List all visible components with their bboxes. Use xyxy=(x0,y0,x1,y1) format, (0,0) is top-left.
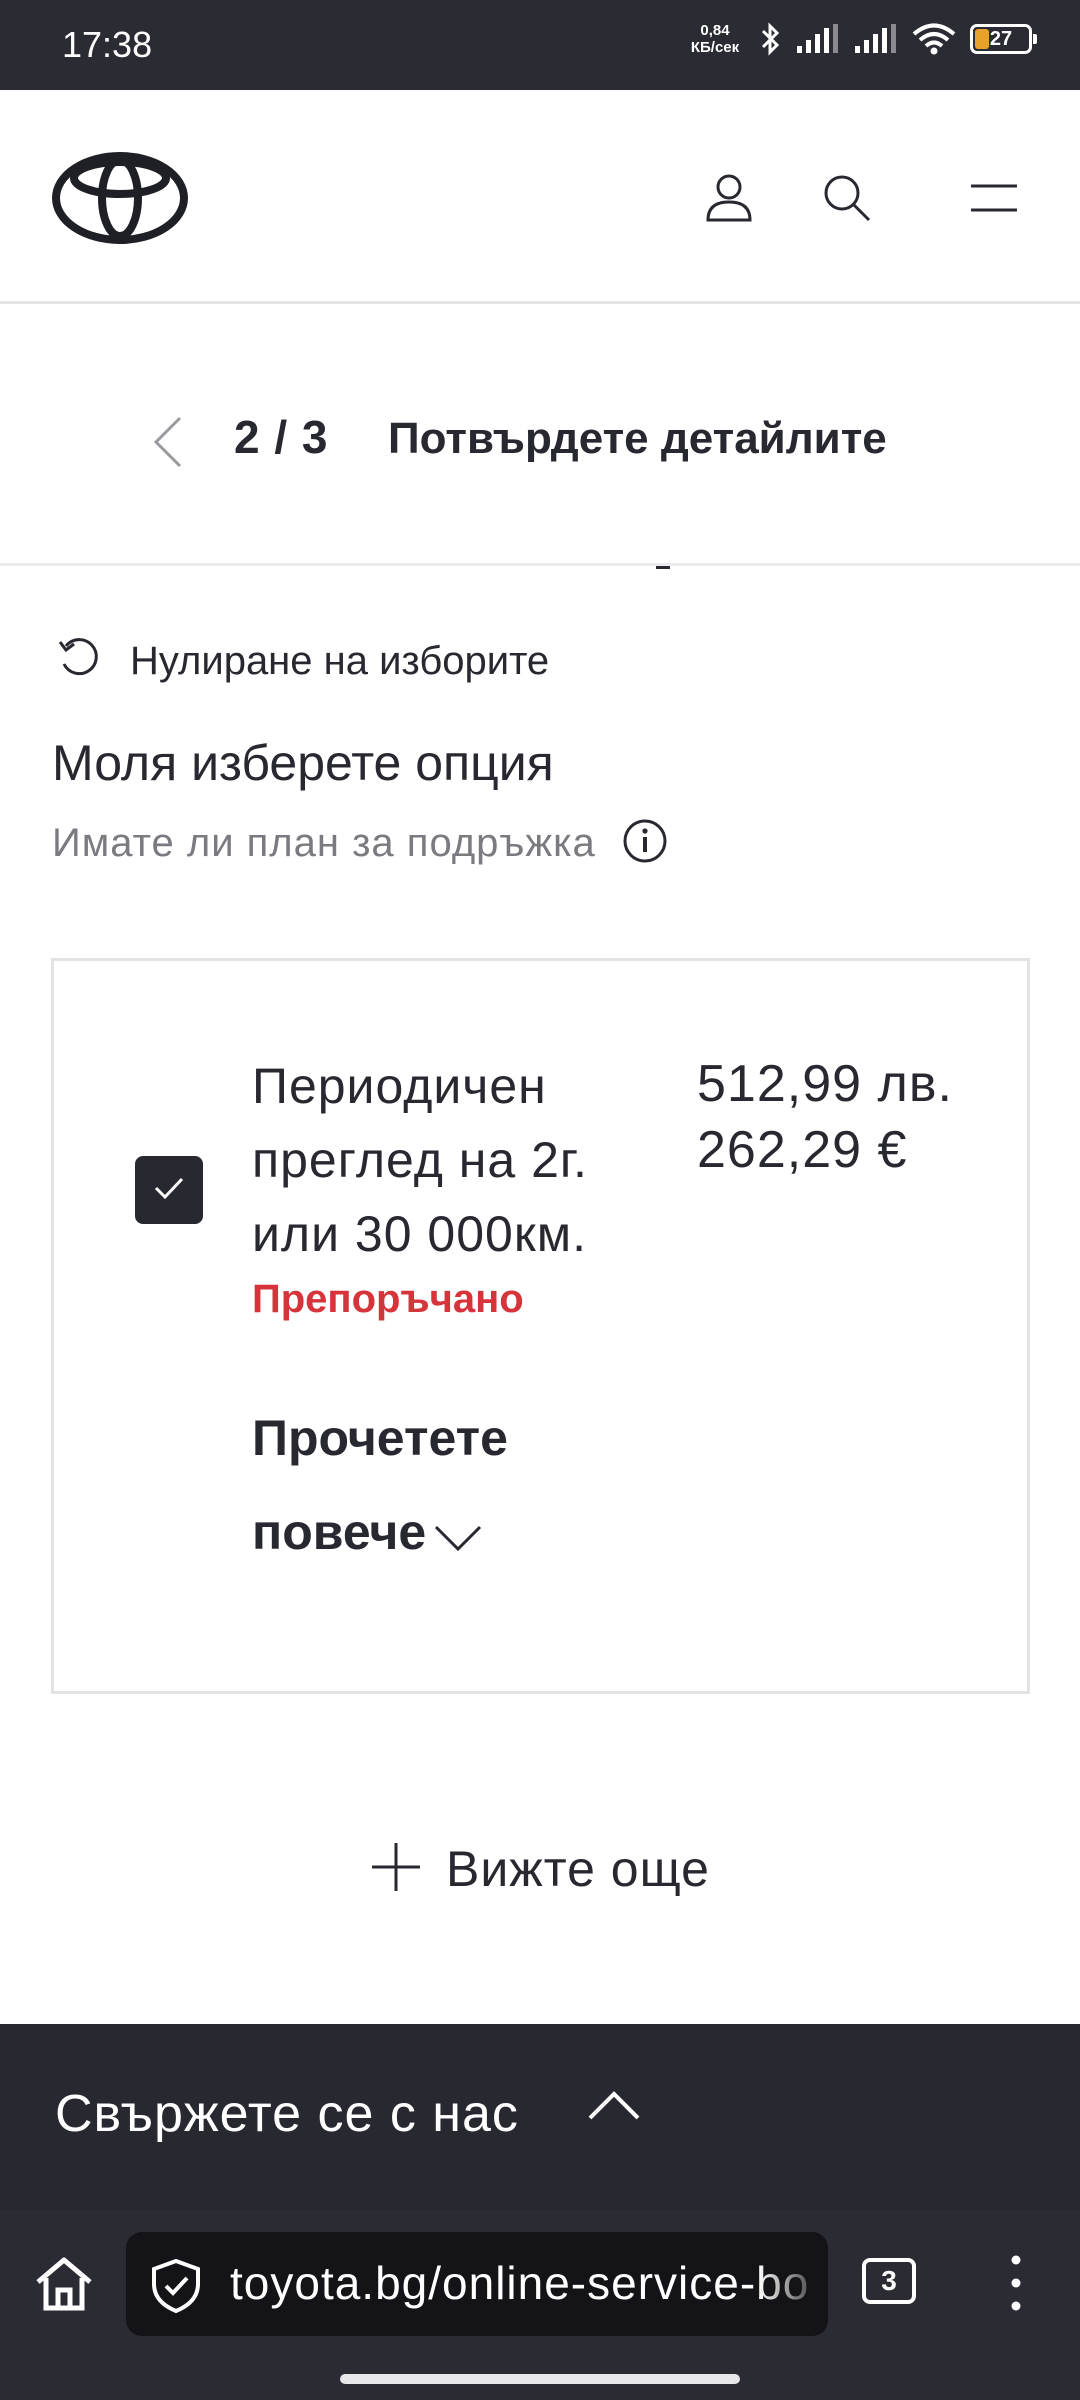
step-counter: 2 / 3 xyxy=(234,411,329,463)
url-text: toyota.bg/online-service-bo xyxy=(230,2257,810,2309)
home-icon xyxy=(32,2257,96,2320)
battery-level: 27 xyxy=(989,27,1013,50)
search-button[interactable] xyxy=(817,170,877,230)
menu-button[interactable] xyxy=(964,170,1024,230)
search-icon xyxy=(822,173,872,228)
step-title: Потвърдете детайлите xyxy=(388,414,887,463)
see-more-button[interactable]: Вижте още xyxy=(0,1840,1080,1898)
url-fade xyxy=(758,2232,828,2336)
reset-selections-button[interactable]: Нулиране на изборите xyxy=(58,636,549,687)
site-header xyxy=(0,90,1080,304)
option-prices: 512,99 лв. 262,29 € xyxy=(697,1051,953,1183)
contact-label: Свържете се с нас xyxy=(55,2085,519,2143)
stepper: 2 / 3 Потвърдете детайлите xyxy=(0,304,1080,569)
contact-bar[interactable]: Свържете се с нас xyxy=(0,2024,1080,2210)
shield-icon[interactable] xyxy=(150,2258,202,2319)
bluetooth-icon xyxy=(760,22,782,56)
tab-count: 3 xyxy=(881,2265,897,2296)
read-more-toggle[interactable]: Прочетете повече xyxy=(252,1391,572,1583)
account-icon xyxy=(705,172,753,229)
network-speed-unit: КБ/сек xyxy=(690,39,740,56)
address-bar[interactable]: toyota.bg/online-service-bo xyxy=(126,2232,828,2336)
toyota-logo[interactable] xyxy=(52,152,188,249)
progress-indicator xyxy=(656,566,670,569)
status-bar: 17:38 0,84 КБ/сек 27 xyxy=(0,0,1080,90)
checkmark-icon xyxy=(153,1175,185,1206)
wifi-icon xyxy=(912,23,956,55)
chevron-down-icon xyxy=(432,1489,484,1583)
page-heading: Моля изберете опция xyxy=(52,735,554,791)
info-icon[interactable] xyxy=(622,818,668,869)
option-card[interactable]: Периодичен преглед на 2г. или 30 000км. … xyxy=(51,958,1030,1694)
chevron-left-icon xyxy=(148,416,188,476)
price-bgn: 512,99 лв. xyxy=(697,1055,953,1113)
menu-icon xyxy=(969,182,1019,219)
price-eur: 262,29 € xyxy=(697,1121,908,1179)
chevron-up-icon[interactable] xyxy=(582,2074,646,2138)
reset-label: Нулиране на изборите xyxy=(130,639,550,683)
battery-icon: 27 xyxy=(970,24,1037,54)
subtitle-text: Имате ли план за подръжка xyxy=(52,821,596,865)
account-button[interactable] xyxy=(699,170,759,230)
tabs-button[interactable]: 3 xyxy=(862,2258,916,2304)
browser-toolbar: toyota.bg/online-service-bo 3 xyxy=(0,2210,1080,2400)
option-name: Периодичен преглед на 2г. или 30 000км. xyxy=(252,1058,588,1262)
plus-icon xyxy=(370,1841,422,1898)
home-button[interactable] xyxy=(32,2252,96,2316)
see-more-label: Вижте още xyxy=(446,1841,710,1897)
status-time: 17:38 xyxy=(62,24,153,65)
signal-icon xyxy=(854,24,898,54)
more-vertical-icon xyxy=(996,2255,1036,2322)
network-speed: 0,84 КБ/сек xyxy=(684,22,746,56)
option-checkbox[interactable] xyxy=(135,1156,203,1224)
gesture-handle[interactable] xyxy=(340,2374,740,2384)
undo-icon xyxy=(58,636,104,687)
more-options-button[interactable] xyxy=(996,2248,1036,2318)
subtitle: Имате ли план за подръжка xyxy=(52,818,668,869)
signal-icon xyxy=(796,24,840,54)
recommended-badge: Препоръчано xyxy=(252,1277,524,1321)
network-speed-value: 0,84 xyxy=(700,22,730,39)
status-icons: 0,84 КБ/сек 27 xyxy=(684,22,1037,56)
back-button[interactable] xyxy=(148,412,188,472)
